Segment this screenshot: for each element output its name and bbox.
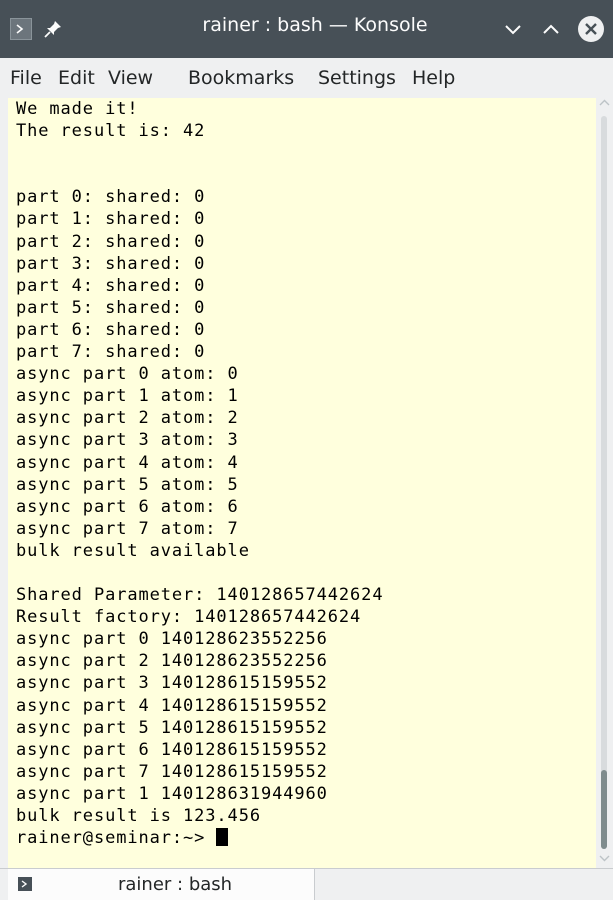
menu-bar: File Edit View Bookmarks Settings Help <box>0 58 613 98</box>
menu-settings[interactable]: Settings <box>318 67 396 89</box>
tab-bar: rainer : bash <box>0 868 613 900</box>
chevron-down-icon[interactable] <box>502 18 524 40</box>
menu-view[interactable]: View <box>108 67 153 89</box>
konsole-icon[interactable] <box>10 18 32 40</box>
vertical-scrollbar[interactable] <box>596 98 613 868</box>
menu-help[interactable]: Help <box>412 67 455 89</box>
chevron-up-icon[interactable] <box>540 18 562 40</box>
terminal-output: We made it! The result is: 42 part 0: sh… <box>16 98 383 849</box>
tab-rainer-bash[interactable]: rainer : bash <box>8 869 315 900</box>
title-bar[interactable]: rainer : bash — Konsole <box>0 0 613 58</box>
konsole-tab-icon <box>18 877 32 891</box>
window-title: rainer : bash — Konsole <box>202 14 428 36</box>
menu-file[interactable]: File <box>10 67 42 89</box>
menu-bookmarks[interactable]: Bookmarks <box>188 67 294 89</box>
scrollbar-track[interactable] <box>601 116 607 849</box>
terminal-view[interactable]: We made it! The result is: 42 part 0: sh… <box>8 98 596 868</box>
tab-label: rainer : bash <box>118 874 233 895</box>
scrollbar-thumb[interactable] <box>601 770 607 849</box>
text-cursor <box>216 828 229 847</box>
menu-edit[interactable]: Edit <box>58 67 95 89</box>
scroll-up-icon[interactable] <box>599 98 610 108</box>
scroll-down-icon[interactable] <box>599 853 610 863</box>
konsole-window: rainer : bash — Konsole File Edit View B… <box>0 0 613 900</box>
pin-icon[interactable] <box>42 18 64 40</box>
shell-prompt: rainer@seminar:~> <box>16 828 217 849</box>
terminal-history: We made it! The result is: 42 part 0: sh… <box>16 99 384 826</box>
close-icon[interactable] <box>578 16 604 42</box>
